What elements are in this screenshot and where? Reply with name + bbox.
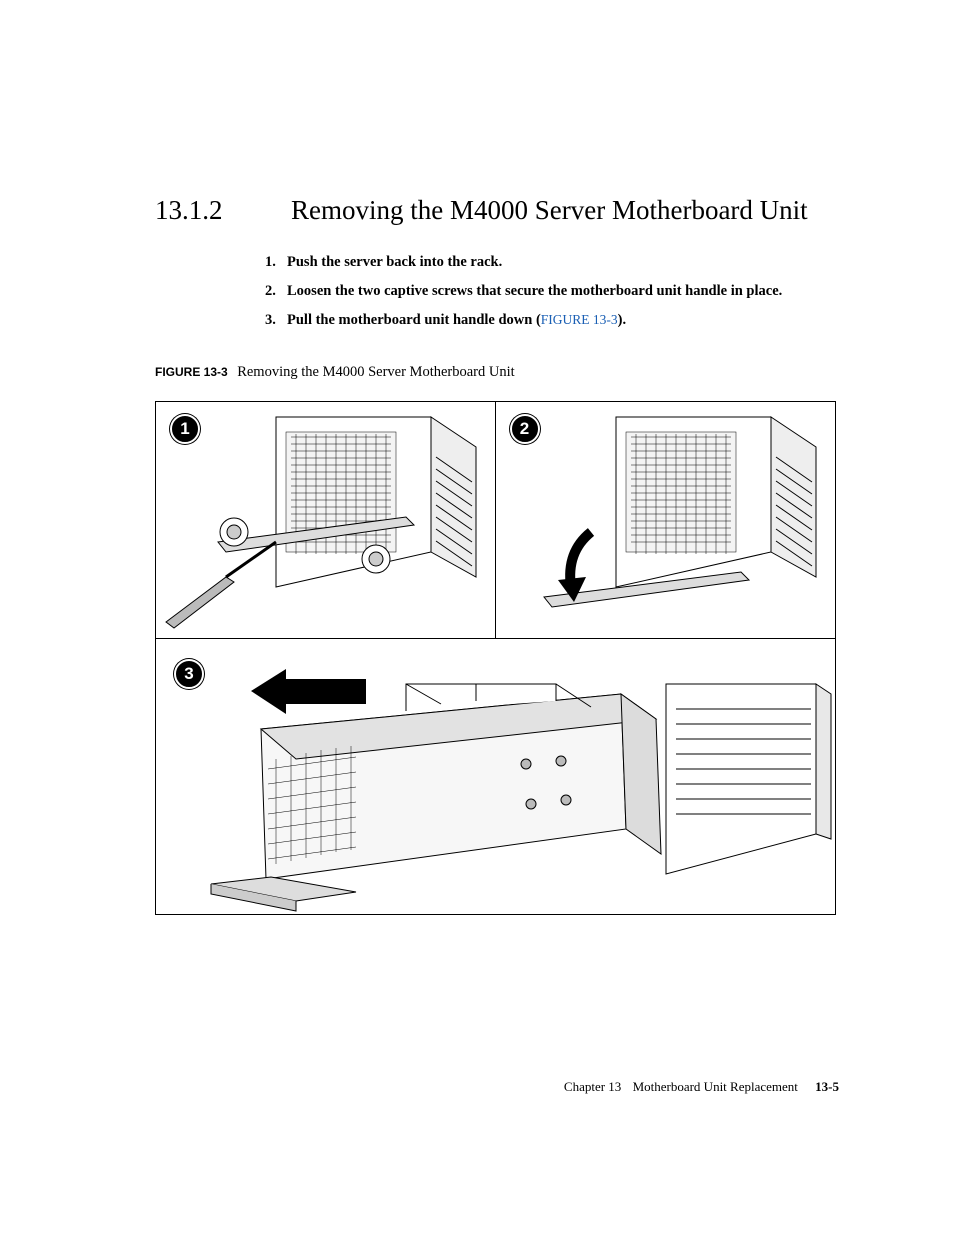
step-text: Push the server back into the rack.	[287, 254, 502, 271]
section-title: Removing the M4000 Server Motherboard Un…	[291, 195, 808, 226]
footer-title: Motherboard Unit Replacement	[633, 1079, 798, 1094]
figure-title: Removing the M4000 Server Motherboard Un…	[237, 364, 514, 380]
step-text-post: ).	[618, 312, 626, 328]
section-heading: 13.1.2 Removing the M4000 Server Motherb…	[155, 195, 839, 226]
step-2: 2. Loosen the two captive screws that se…	[265, 283, 839, 300]
server-loosen-screws-icon	[156, 402, 495, 637]
figure-illustration: 1	[155, 401, 836, 915]
figure-panel-1: 1	[156, 402, 496, 638]
figure-panel-3: 3	[156, 639, 835, 913]
page-footer: Chapter 13 Motherboard Unit Replacement …	[564, 1079, 839, 1095]
step-text: Pull the motherboard unit handle down (F…	[287, 312, 626, 329]
steps-list: 1. Push the server back into the rack. 2…	[265, 254, 839, 329]
figure-cross-ref-link[interactable]: FIGURE 13-3	[541, 312, 618, 327]
step-3: 3. Pull the motherboard unit handle down…	[265, 312, 839, 329]
server-pull-handle-icon	[496, 402, 835, 637]
figure-label: FIGURE 13-3	[155, 365, 228, 379]
step-number: 3.	[265, 312, 287, 329]
footer-page-number: 13-5	[815, 1079, 839, 1094]
server-slide-out-icon	[156, 639, 833, 912]
step-1: 1. Push the server back into the rack.	[265, 254, 839, 271]
step-number: 2.	[265, 283, 287, 300]
figure-panel-2: 2	[496, 402, 836, 638]
footer-chapter: Chapter 13	[564, 1079, 621, 1094]
step-text: Loosen the two captive screws that secur…	[287, 283, 782, 300]
section-number: 13.1.2	[155, 195, 291, 226]
figure-caption: FIGURE 13-3 Removing the M4000 Server Mo…	[155, 364, 839, 381]
step-number: 1.	[265, 254, 287, 271]
step-text-pre: Pull the motherboard unit handle down (	[287, 312, 541, 328]
